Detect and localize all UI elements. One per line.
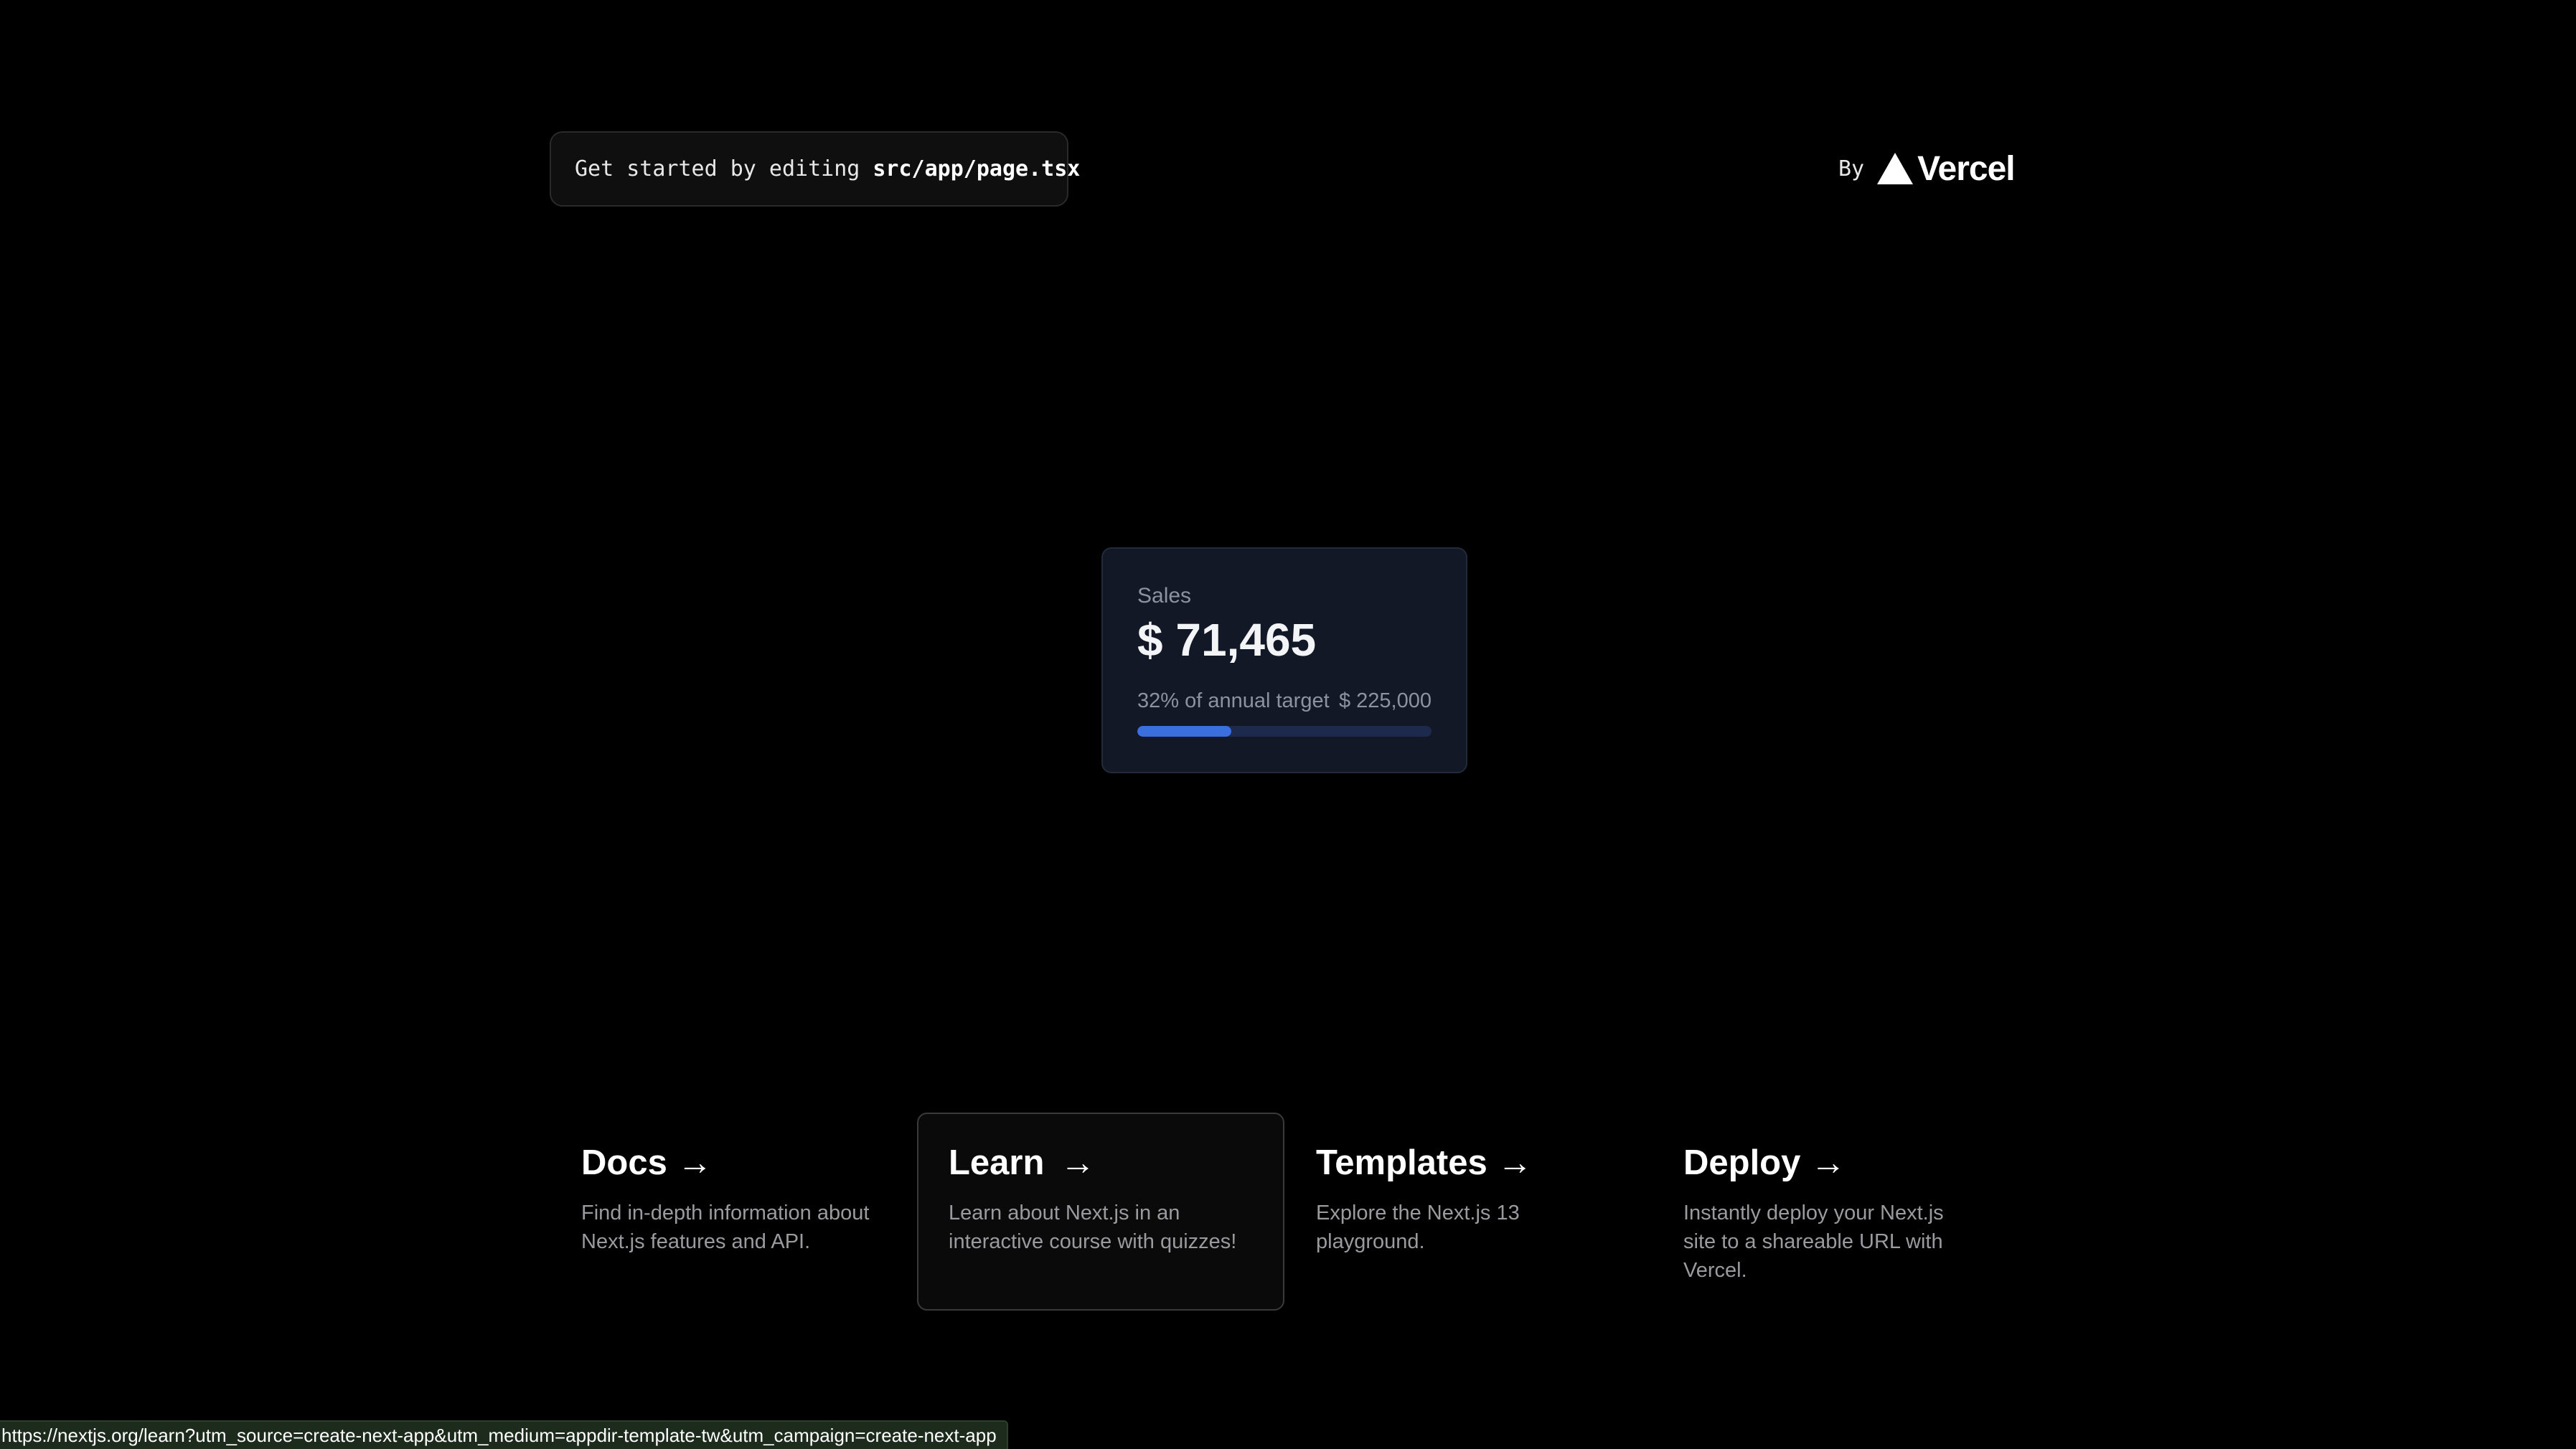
kpi-title: Sales — [1137, 584, 1192, 608]
by-text: By — [1838, 156, 1865, 181]
progress-bar — [1137, 726, 1432, 737]
card-title: Docs → — [581, 1143, 887, 1183]
deploy-card[interactable]: Deploy → Instantly deploy your Next.js si… — [1652, 1113, 2019, 1311]
card-description: Explore the Next.js 13 playground. — [1316, 1202, 1520, 1253]
kpi-target-row: 32% of annual target $ 225,000 — [1137, 689, 1432, 713]
card-description: Instantly deploy your Next.js site to a … — [1683, 1202, 1944, 1282]
card-title: Learn → — [949, 1143, 1254, 1183]
kpi-target-value: $ 225,000 — [1338, 689, 1432, 712]
progress-bar-fill — [1137, 726, 1232, 737]
kpi-value: $ 71,465 — [1137, 614, 1317, 666]
card-title-text: Learn — [949, 1143, 1045, 1182]
intro-text: Get started by editing — [575, 156, 860, 181]
learn-card[interactable]: Learn → Learn about Next.js in an interac… — [917, 1113, 1284, 1311]
card-title-text: Docs — [581, 1143, 667, 1182]
templates-card[interactable]: Templates → Explore the Next.js 13 playgr… — [1284, 1113, 1652, 1311]
vercel-wordmark: Vercel — [1917, 149, 2015, 188]
kpi-target-text: 32% of annual target — [1137, 689, 1330, 712]
vercel-logo: Vercel — [1876, 149, 2016, 189]
arrow-right-icon: → — [1060, 1143, 1096, 1182]
arrow-right-icon: → — [1810, 1143, 1846, 1182]
card-title-text: Templates — [1316, 1143, 1487, 1182]
status-bar-url: https://nextjs.org/learn?utm_source=crea… — [0, 1420, 1008, 1449]
arrow-right-icon: → — [677, 1143, 713, 1182]
vercel-triangle-icon — [1877, 153, 1914, 184]
file-path: src/app/page.tsx — [873, 156, 1081, 181]
card-description: Learn about Next.js in an interactive co… — [949, 1202, 1237, 1253]
docs-card[interactable]: Docs → Find in-depth information about Ne… — [550, 1113, 917, 1311]
card-title: Templates → — [1316, 1143, 1622, 1183]
page: Get started by editing src/app/page.tsx … — [0, 0, 2576, 1449]
card-description: Find in-depth information about Next.js … — [581, 1202, 870, 1253]
by-vercel-link[interactable]: By Vercel — [1838, 147, 2016, 190]
card-title: Deploy → — [1683, 1143, 1989, 1183]
sales-kpi-card: Sales $ 71,465 32% of annual target $ 22… — [1101, 547, 1467, 773]
arrow-right-icon: → — [1497, 1143, 1533, 1182]
get-started-banner: Get started by editing src/app/page.tsx — [550, 131, 1080, 207]
card-title-text: Deploy — [1683, 1143, 1801, 1182]
